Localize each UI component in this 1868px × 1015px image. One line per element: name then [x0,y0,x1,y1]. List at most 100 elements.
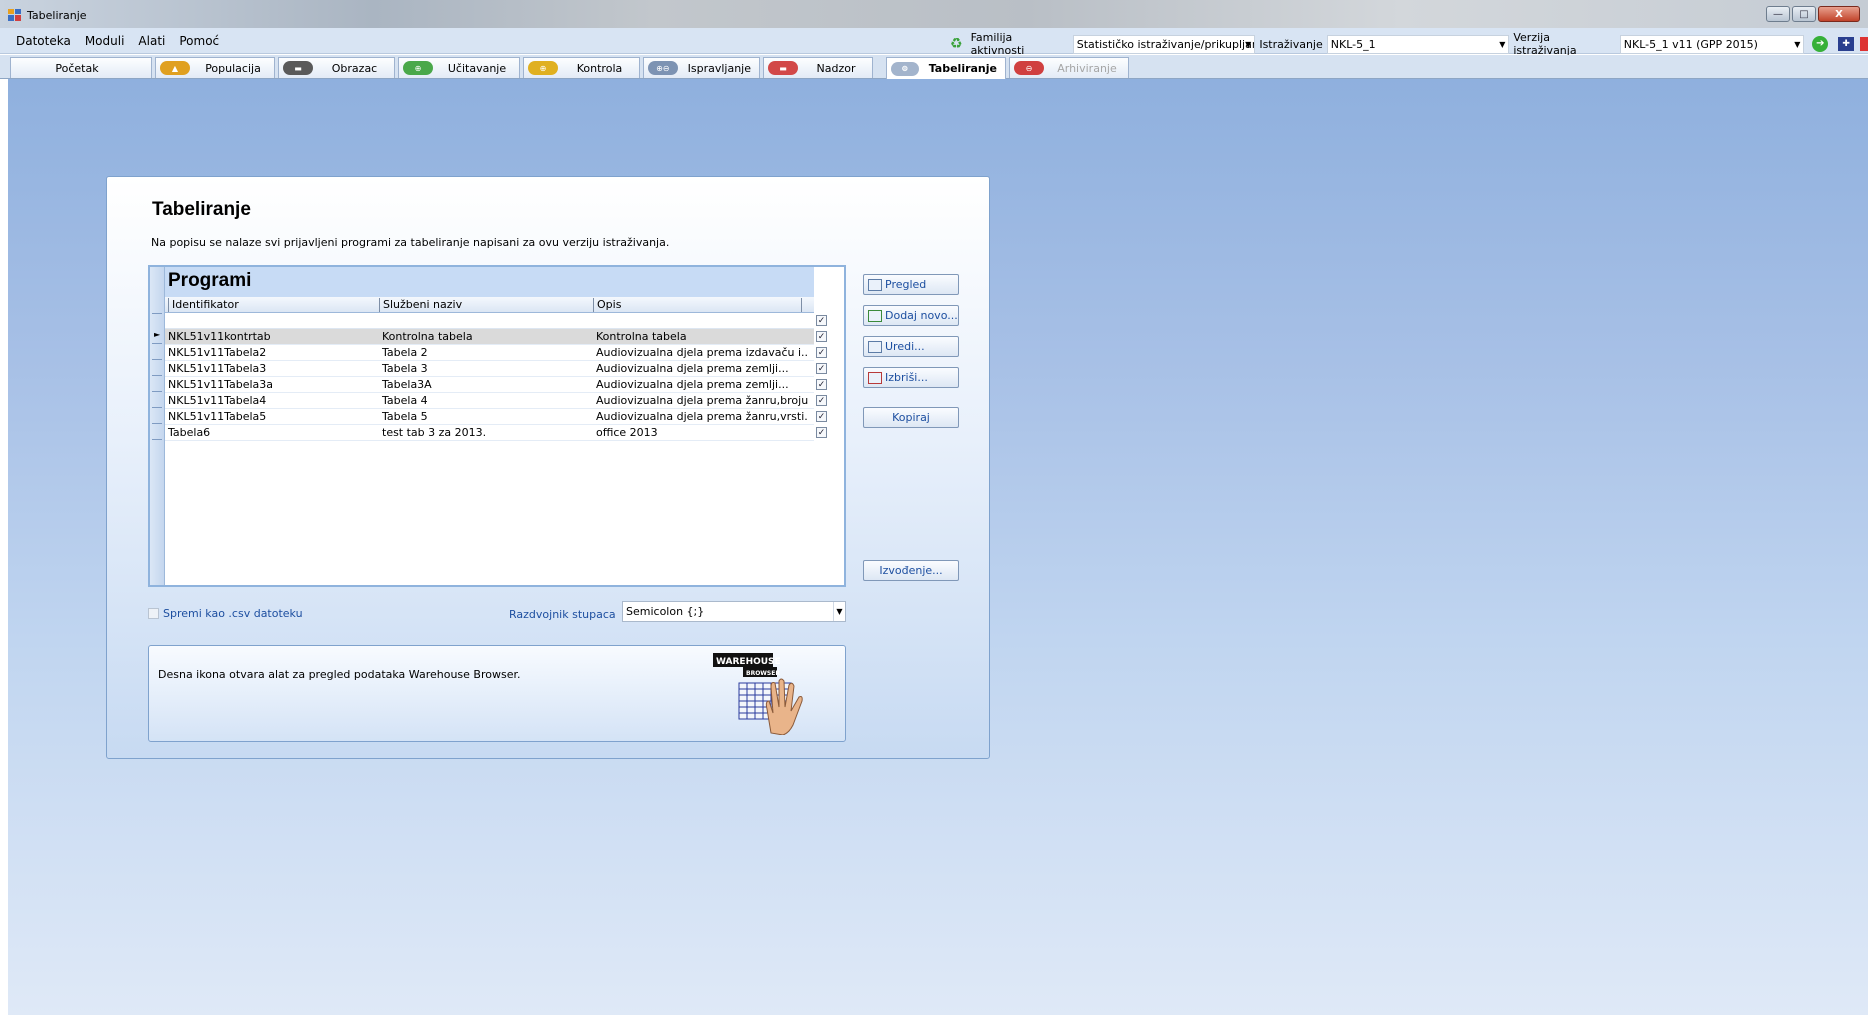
table-row[interactable]: NKL51v11Tabela4 Tabela 4 Audiovizualna d… [165,393,827,409]
archive-icon: ⊖ [1014,61,1044,75]
tab-label: Populacija [205,61,261,75]
row-checkbox[interactable]: ✓ [816,379,827,390]
current-row-arrow-icon: ► [154,330,161,339]
tab-label: Tabeliranje [928,62,997,75]
tab-obrazac[interactable]: ▬ Obrazac [278,57,395,78]
tab-label: Početak [55,61,99,75]
refresh-icon[interactable]: ♻ [950,36,963,52]
column-header-check[interactable] [801,298,805,312]
tab-pocetak[interactable]: Početak [10,57,152,78]
cell-sluzbeni-naziv: Kontrolna tabela [382,330,473,343]
go-arrow-icon[interactable]: ➔ [1812,36,1829,52]
csv-option[interactable]: Spremi kao .csv datoteku [148,607,303,620]
tab-tabeliranje[interactable]: ⊜ Tabeliranje [886,57,1006,79]
table-row[interactable]: NKL51v11Tabela5 Tabela 5 Audiovizualna d… [165,409,827,425]
close-button[interactable]: X [1818,6,1860,22]
familija-select[interactable]: Statističko istraživanje/prikupljan ▼ [1072,34,1256,54]
table-row[interactable]: NKL51v11Tabela2 Tabela 2 Audiovizualna d… [165,345,827,361]
pregled-label: Pregled [885,278,927,291]
window-title: Tabeliranje [27,9,87,22]
uredi-label: Uredi... [885,340,925,353]
izbrisi-button[interactable]: Izbriši... [863,367,959,388]
cell-identifikator: Tabela6 [168,426,211,439]
page-title: Tabeliranje [152,199,251,220]
tab-ispravljanje[interactable]: ⊕⊖ Ispravljanje [643,57,760,78]
tab-arhiviranje: ⊖ Arhiviranje [1009,57,1129,78]
tabeliranje-panel: Tabeliranje Na popisu se nalaze svi prij… [106,176,990,759]
page-description: Na popisu se nalaze svi prijavljeni prog… [151,236,670,249]
add-icon [868,309,882,322]
verzija-select[interactable]: NKL-5_1 v11 (GPP 2015) ▼ [1619,34,1805,54]
app-icon [8,9,21,21]
izvodenje-label: Izvođenje... [879,564,943,577]
english-flag-icon[interactable]: ✚ [1838,37,1855,51]
preview-icon [868,278,882,291]
menu-pomoc[interactable]: Pomoć [179,34,219,48]
row-checkbox[interactable]: ✓ [816,331,827,342]
monitor-icon: ▬ [768,61,798,75]
kopiraj-button[interactable]: Kopiraj [863,407,959,428]
filter-checkbox[interactable]: ✓ [816,315,827,326]
cell-opis: Audiovizualna djela prema zemlji... [596,378,789,391]
dodaj-novo-button[interactable]: Dodaj novo... [863,305,959,326]
minimize-button[interactable]: — [1766,6,1790,22]
row-checkbox[interactable]: ✓ [816,363,827,374]
table-row[interactable]: NKL51v11kontrtab Kontrolna tabela Kontro… [165,329,827,345]
programs-grid[interactable]: ► Programi Identifikator Službeni naziv … [148,265,846,587]
kopiraj-label: Kopiraj [892,411,930,424]
dodaj-label: Dodaj novo... [885,309,958,322]
tab-label: Kontrola [576,61,623,75]
menu-bar: Datoteka Moduli Alati Pomoć ♻ Familija a… [0,28,1868,57]
grid-caption: Programi [165,267,814,297]
separator-select[interactable]: Semicolon {;} ▼ [622,601,846,622]
row-checkbox[interactable]: ✓ [816,427,827,438]
row-checkbox[interactable]: ✓ [816,395,827,406]
cell-sluzbeni-naziv: Tabela 4 [382,394,428,407]
row-checkbox[interactable]: ✓ [816,347,827,358]
tab-kontrola[interactable]: ⊕ Kontrola [523,57,640,78]
istrazivanje-select[interactable]: NKL-5_1 ▼ [1326,34,1510,54]
form-icon: ▬ [283,61,313,75]
workspace: Tabeliranje Na popisu se nalaze svi prij… [8,79,1868,1015]
cell-identifikator: NKL51v11kontrtab [168,330,271,343]
browser-logo-text: BROWSER [746,670,780,677]
tab-populacija[interactable]: ▲ Populacija [155,57,275,78]
cell-opis: Audiovizualna djela prema žanru,vrsti... [596,410,808,423]
cell-sluzbeni-naziv: Tabela 5 [382,410,428,423]
uredi-button[interactable]: Uredi... [863,336,959,357]
cell-identifikator: NKL51v11Tabela3 [168,362,267,375]
column-header-sluzbeni-naziv[interactable]: Službeni naziv [379,298,462,312]
izvodenje-button[interactable]: Izvođenje... [863,560,959,581]
pregled-button[interactable]: Pregled [863,274,959,295]
edit-icon [868,340,882,353]
table-row[interactable]: NKL51v11Tabela3a Tabela3A Audiovizualna … [165,377,827,393]
cell-opis: office 2013 [596,426,658,439]
cell-opis: Audiovizualna djela prema zemlji... [596,362,789,375]
column-header-identifikator[interactable]: Identifikator [168,298,239,312]
filter-row[interactable]: ✓ [165,314,827,329]
column-header-opis[interactable]: Opis [593,298,621,312]
table-row[interactable]: Tabela6 test tab 3 za 2013. office 2013 … [165,425,827,441]
izbrisi-label: Izbriši... [885,371,928,384]
cell-opis: Audiovizualna djela prema žanru,broju... [596,394,808,407]
croatian-flag-icon[interactable] [1860,37,1868,51]
table-row[interactable]: NKL51v11Tabela3 Tabela 3 Audiovizualna d… [165,361,827,377]
maximize-button[interactable]: □ [1792,6,1816,22]
chevron-down-icon: ▼ [1499,39,1506,49]
menu-datoteka[interactable]: Datoteka [16,34,71,48]
familija-value: Statističko istraživanje/prikupljan [1076,37,1256,51]
verzija-label: Verzija istraživanja [1513,31,1577,57]
cell-sluzbeni-naziv: Tabela3A [382,378,432,391]
warehouse-browser-logo-icon[interactable]: WAREHOUSE BROWSER [713,653,809,735]
title-bar: Tabeliranje — □ X [0,0,1868,28]
menu-moduli[interactable]: Moduli [85,34,125,48]
row-selector-column: ► [150,267,165,585]
tab-nadzor[interactable]: ▬ Nadzor [763,57,873,78]
menu-alati[interactable]: Alati [138,34,165,48]
table-icon: ⊜ [891,61,919,76]
csv-checkbox[interactable] [148,608,159,619]
chevron-down-icon: ▼ [1245,39,1252,49]
tab-ucitavanje[interactable]: ⊕ Učitavanje [398,57,520,78]
row-checkbox[interactable]: ✓ [816,411,827,422]
warehouse-box: Desna ikona otvara alat za pregled podat… [148,645,846,742]
